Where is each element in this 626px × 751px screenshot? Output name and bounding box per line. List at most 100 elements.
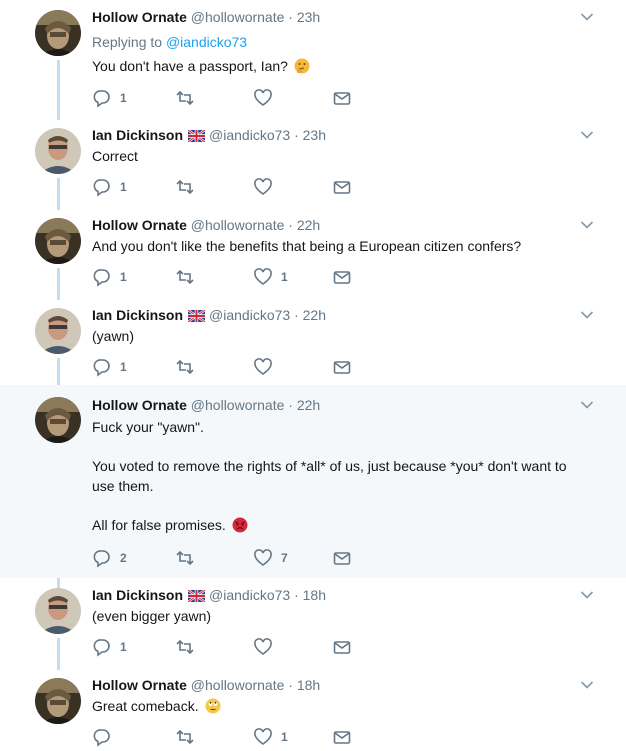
- like-button[interactable]: [253, 177, 281, 197]
- tweet-body: (even bigger yawn): [92, 608, 212, 624]
- direct-message-button[interactable]: [332, 88, 352, 108]
- author-handle[interactable]: @hollowornate: [191, 677, 285, 693]
- author-handle[interactable]: @hollowornate: [191, 217, 285, 233]
- timestamp[interactable]: 23h: [297, 9, 320, 25]
- reply-count: 1: [120, 91, 127, 105]
- avatar-hollow-ornate[interactable]: [35, 218, 81, 264]
- tweet-focused[interactable]: Hollow Ornate @hollowornate · 22h Fuck y…: [0, 385, 626, 578]
- retweet-button[interactable]: [174, 727, 204, 747]
- like-button[interactable]: 1: [253, 727, 288, 747]
- tweet[interactable]: Hollow Ornate @hollowornate · 18h Great …: [0, 668, 626, 751]
- angry-face-emoji: [232, 517, 248, 533]
- direct-message-button[interactable]: [332, 357, 352, 377]
- avatar-hollow-ornate[interactable]: [35, 397, 81, 443]
- reply-button[interactable]: 1: [92, 267, 127, 287]
- reply-button[interactable]: 1: [92, 177, 127, 197]
- reply-icon: [93, 90, 110, 108]
- reply-count: 1: [120, 360, 127, 374]
- like-button[interactable]: [253, 637, 281, 657]
- tweet[interactable]: Ian Dickinson @iandicko73 · 18h (even big…: [0, 578, 626, 668]
- chevron-down-icon[interactable]: [580, 130, 594, 140]
- reply-button[interactable]: 1: [92, 88, 127, 108]
- direct-message-button[interactable]: [332, 548, 352, 568]
- uk-flag-icon: [187, 307, 206, 327]
- chevron-down-icon[interactable]: [580, 12, 594, 22]
- timestamp[interactable]: 23h: [303, 127, 326, 143]
- direct-message-button[interactable]: [332, 177, 352, 197]
- author-name[interactable]: Hollow Ornate: [92, 217, 187, 233]
- like-button[interactable]: 7: [253, 548, 288, 568]
- reply-button[interactable]: 1: [92, 637, 127, 657]
- timestamp[interactable]: 18h: [303, 587, 326, 603]
- envelope-icon: [333, 361, 351, 374]
- uk-flag-icon: [187, 587, 206, 607]
- author-name[interactable]: Hollow Ornate: [92, 9, 187, 25]
- author-name[interactable]: Ian Dickinson: [92, 307, 183, 323]
- heart-icon: [254, 358, 272, 375]
- avatar-ian-dickinson[interactable]: [35, 588, 81, 634]
- tweet[interactable]: Ian Dickinson @iandicko73 · 22h (yawn) 1: [0, 298, 626, 385]
- author-name[interactable]: Hollow Ornate: [92, 397, 187, 413]
- direct-message-button[interactable]: [332, 727, 352, 747]
- like-button[interactable]: [253, 357, 281, 377]
- envelope-icon: [333, 731, 351, 744]
- retweet-button[interactable]: [174, 177, 204, 197]
- retweet-icon: [176, 90, 194, 106]
- author-name[interactable]: Hollow Ornate: [92, 677, 187, 693]
- chevron-down-icon[interactable]: [580, 220, 594, 230]
- chevron-down-icon[interactable]: [580, 590, 594, 600]
- retweet-icon: [176, 550, 194, 566]
- timestamp[interactable]: 18h: [297, 677, 320, 693]
- reply-icon: [93, 179, 110, 197]
- avatar-hollow-ornate[interactable]: [35, 10, 81, 56]
- like-button[interactable]: [253, 88, 281, 108]
- direct-message-button[interactable]: [332, 637, 352, 657]
- reply-button[interactable]: [92, 727, 120, 747]
- reply-button[interactable]: 1: [92, 357, 127, 377]
- tweet[interactable]: Hollow Ornate @hollowornate · 23h Replyi…: [0, 0, 626, 118]
- tweet-header: Hollow Ornate @hollowornate · 18h: [92, 675, 320, 695]
- avatar-hollow-ornate[interactable]: [35, 678, 81, 724]
- timestamp[interactable]: 22h: [303, 307, 326, 323]
- tweet-header: Hollow Ornate @hollowornate · 23h: [92, 7, 320, 27]
- author-name[interactable]: Ian Dickinson: [92, 587, 183, 603]
- heart-icon: [254, 89, 272, 106]
- author-handle[interactable]: @iandicko73: [209, 307, 290, 323]
- avatar-ian-dickinson[interactable]: [35, 308, 81, 354]
- retweet-button[interactable]: [174, 88, 204, 108]
- separator-dot: ·: [288, 9, 293, 25]
- retweet-button[interactable]: [174, 548, 204, 568]
- like-button[interactable]: 1: [253, 267, 288, 287]
- author-handle[interactable]: @iandicko73: [209, 587, 290, 603]
- retweet-button[interactable]: [174, 357, 204, 377]
- author-name[interactable]: Ian Dickinson: [92, 127, 183, 143]
- chevron-down-icon[interactable]: [580, 680, 594, 690]
- tweet-body: Great comeback.: [92, 698, 199, 714]
- tweet-header: Ian Dickinson @iandicko73 · 23h: [92, 125, 326, 145]
- timestamp[interactable]: 22h: [297, 217, 320, 233]
- author-handle[interactable]: @iandicko73: [209, 127, 290, 143]
- like-count: 1: [281, 730, 288, 744]
- reply-icon: [93, 729, 110, 747]
- tweet-body: You don't have a passport, Ian?: [92, 58, 288, 74]
- timestamp[interactable]: 22h: [297, 397, 320, 413]
- reply-icon: [93, 359, 110, 377]
- tweet-text: You don't have a passport, Ian?: [92, 56, 310, 76]
- retweet-button[interactable]: [174, 267, 204, 287]
- author-handle[interactable]: @hollowornate: [191, 9, 285, 25]
- direct-message-button[interactable]: [332, 267, 352, 287]
- heart-icon: [254, 728, 272, 745]
- replying-to-handle[interactable]: @iandicko73: [166, 34, 247, 50]
- retweet-button[interactable]: [174, 637, 204, 657]
- retweet-icon: [176, 269, 194, 285]
- avatar-ian-dickinson[interactable]: [35, 128, 81, 174]
- tweet-text: Great comeback.: [92, 696, 221, 716]
- reply-count: 2: [120, 551, 127, 565]
- chevron-down-icon[interactable]: [580, 400, 594, 410]
- tweet[interactable]: Hollow Ornate @hollowornate · 22h And yo…: [0, 208, 626, 298]
- tweet-text: Correct: [92, 146, 138, 166]
- chevron-down-icon[interactable]: [580, 310, 594, 320]
- author-handle[interactable]: @hollowornate: [191, 397, 285, 413]
- tweet[interactable]: Ian Dickinson @iandicko73 · 23h Correct 1: [0, 118, 626, 208]
- reply-button[interactable]: 2: [92, 548, 127, 568]
